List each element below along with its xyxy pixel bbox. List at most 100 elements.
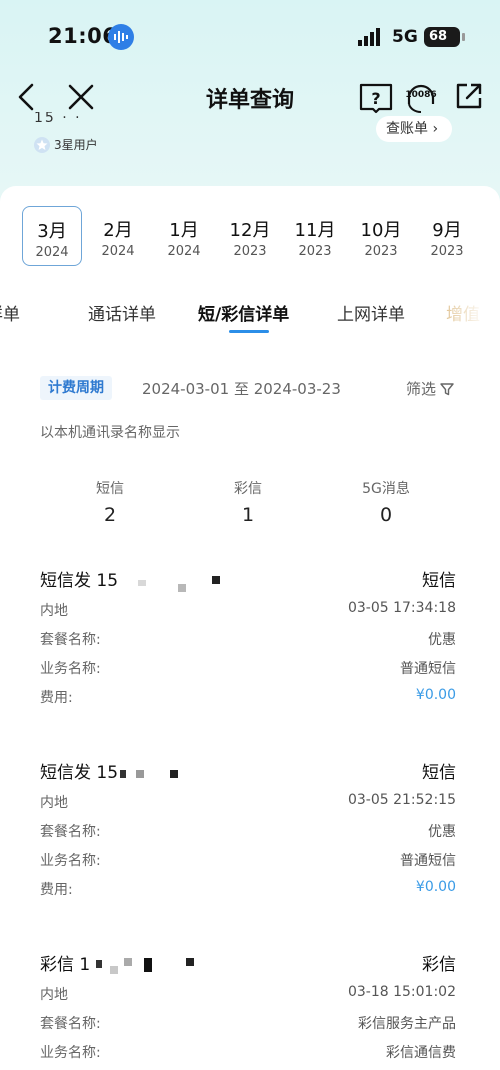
tab-sms-mms-detail[interactable]: 短/彩信详单 [198, 300, 289, 325]
help-book-icon[interactable]: ? [358, 80, 394, 114]
close-icon[interactable] [64, 80, 98, 114]
billing-period-tag: 计费周期 [40, 376, 112, 400]
package-value: 优惠 [428, 824, 456, 840]
redaction-mark [110, 966, 118, 974]
signal-icon [358, 28, 380, 46]
tab-data-detail[interactable]: 上网详单 [337, 300, 405, 325]
count-value: 1 [241, 504, 255, 526]
record-title: 短信发 15 [40, 571, 119, 591]
redaction-mark [212, 576, 220, 584]
redaction-mark [136, 770, 144, 778]
year-label: 2023 [430, 244, 464, 259]
record-row: 费用: ¥0.00 [40, 875, 456, 904]
tab-detail[interactable]: 详单 [0, 300, 20, 325]
battery-level: 68 [429, 29, 448, 44]
record-region: 内地 [40, 795, 68, 811]
month-label: 10月 [360, 220, 402, 241]
filter-icon [440, 383, 454, 396]
package-label: 套餐名称: [40, 632, 101, 648]
year-label: 2024 [101, 244, 135, 259]
view-bill-button[interactable]: 查账单 › [376, 116, 453, 142]
count-5g-message: 5G消息 0 [316, 478, 456, 526]
record-region: 内地 [40, 987, 68, 1003]
record-row: 业务名称: 彩信通信费 [40, 1038, 456, 1067]
record-title: 彩信 1 [40, 955, 91, 975]
month-item-sep-2023[interactable]: 9月 2023 [417, 206, 477, 266]
record-item[interactable]: 短信发 15 短信 内地 03-05 17:34:18 套餐名称: 优惠 业务名… [40, 566, 456, 712]
hotline-button[interactable]: 10086 [403, 76, 439, 116]
redaction-mark [124, 958, 132, 966]
count-label: 彩信 [234, 481, 262, 497]
svg-text:?: ? [371, 89, 380, 108]
record-row: 费用: ¥0.00 [40, 683, 456, 712]
service-value: 普通短信 [400, 853, 456, 869]
record-time: 03-05 17:34:18 [347, 600, 456, 616]
month-item-dec-2023[interactable]: 12月 2023 [220, 206, 280, 266]
record-type: 短信 [422, 571, 456, 591]
back-icon[interactable] [12, 80, 42, 114]
filter-button[interactable]: 筛选 [406, 378, 454, 399]
month-label: 12月 [229, 220, 271, 241]
hotline-number: 10086 [405, 90, 437, 100]
month-label: 2月 [103, 220, 133, 241]
fee-label: 费用: [40, 882, 73, 898]
status-time: 21:06 [48, 24, 118, 48]
package-value: 优惠 [428, 632, 456, 648]
user-level-label: 3星用户 [54, 138, 98, 152]
year-label: 2024 [35, 245, 69, 260]
month-item-feb-2024[interactable]: 2月 2024 [88, 206, 148, 266]
tab-call-detail[interactable]: 通话详单 [88, 300, 156, 325]
record-row: 内地 03-18 15:01:02 [40, 980, 456, 1009]
record-type: 短信 [422, 763, 456, 783]
user-info: 15 · · 查账单 › 3星用户 [0, 112, 500, 182]
redaction-mark [96, 960, 102, 968]
month-item-oct-2023[interactable]: 10月 2023 [351, 206, 411, 266]
redaction-mark [186, 958, 194, 966]
month-item-jan-2024[interactable]: 1月 2024 [154, 206, 214, 266]
month-selector: 3月 2024 2月 2024 1月 2024 12月 2023 11月 202… [22, 206, 484, 268]
package-value: 彩信服务主产品 [358, 1016, 456, 1032]
message-counts: 短信 2 彩信 1 5G消息 0 [40, 478, 456, 530]
service-value: 彩信通信费 [386, 1045, 456, 1061]
month-item-nov-2023[interactable]: 11月 2023 [285, 206, 345, 266]
record-item[interactable]: 彩信 1 彩信 内地 03-18 15:01:02 套餐名称: 彩信服务主产品 … [40, 950, 456, 1067]
billing-period: 计费周期 2024-03-01 至 2024-03-23 筛选 [40, 376, 470, 402]
month-label: 11月 [294, 220, 336, 241]
redaction-mark [120, 770, 126, 778]
month-label: 1月 [169, 220, 199, 241]
year-label: 2023 [298, 244, 332, 259]
record-row: 套餐名称: 彩信服务主产品 [40, 1009, 456, 1038]
record-item[interactable]: 短信发 15 短信 内地 03-05 21:52:15 套餐名称: 优惠 业务名… [40, 758, 456, 904]
record-time: 03-18 15:01:02 [347, 984, 456, 1000]
share-icon[interactable] [453, 80, 485, 112]
count-label: 短信 [96, 481, 124, 497]
count-mms: 彩信 1 [178, 478, 318, 526]
detail-tabs: 详单 通话详单 短/彩信详单 上网详单 增值 [0, 296, 500, 336]
status-bar: 21:06 5G 68 [0, 0, 500, 72]
year-label: 2023 [233, 244, 267, 259]
billing-period-range[interactable]: 2024-03-01 至 2024-03-23 [142, 378, 341, 399]
fee-value: ¥0.00 [415, 687, 456, 703]
month-item-mar-2024[interactable]: 3月 2024 [22, 206, 82, 266]
redaction-mark [138, 580, 146, 586]
network-type: 5G [392, 27, 418, 47]
record-row: 内地 03-05 21:52:15 [40, 788, 456, 817]
filter-label: 筛选 [406, 380, 437, 398]
record-row: 业务名称: 普通短信 [40, 846, 456, 875]
count-label: 5G消息 [362, 481, 410, 497]
record-type: 彩信 [422, 955, 456, 975]
redaction-mark [170, 770, 178, 778]
package-label: 套餐名称: [40, 824, 101, 840]
package-label: 套餐名称: [40, 1016, 101, 1032]
record-title: 短信发 15 [40, 763, 119, 783]
record-time: 03-05 21:52:15 [347, 792, 456, 808]
fee-label: 费用: [40, 690, 73, 706]
battery-icon: 68 [424, 27, 465, 47]
redaction-mark [144, 958, 152, 972]
service-label: 业务名称: [40, 853, 101, 869]
month-label: 9月 [432, 220, 462, 241]
star-icon [34, 136, 50, 153]
tab-fade [430, 296, 500, 336]
record-row: 套餐名称: 优惠 [40, 625, 456, 654]
voice-wave-icon [108, 24, 134, 50]
